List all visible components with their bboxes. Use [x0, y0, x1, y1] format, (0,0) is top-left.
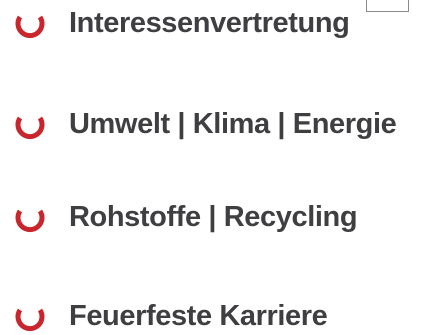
menu-item-label: Feuerfeste Karriere — [69, 299, 328, 332]
arc-icon — [15, 116, 45, 140]
menu-item-rohstoffe-recycling[interactable]: Rohstoffe | Recycling — [14, 197, 358, 237]
arc-icon — [15, 209, 45, 233]
arc-icon — [15, 308, 45, 332]
menu-item-label: Umwelt | Klima | Energie — [69, 107, 397, 140]
menu-item-label: Rohstoffe | Recycling — [69, 200, 358, 233]
menu-item-label: Interessenvertretung — [69, 6, 350, 39]
arc-icon — [15, 15, 45, 39]
menu-item-umwelt-klima-energie[interactable]: Umwelt | Klima | Energie — [14, 104, 397, 144]
menu-item-feuerfeste-karriere[interactable]: Feuerfeste Karriere — [14, 296, 328, 335]
menu-item-interessenvertretung[interactable]: Interessenvertretung — [14, 3, 350, 43]
category-menu: Interessenvertretung Umwelt | Klima | En… — [0, 0, 429, 335]
